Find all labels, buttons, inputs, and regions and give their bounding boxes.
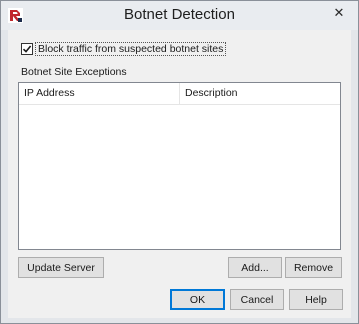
add-button[interactable]: Add... [228,257,282,278]
column-header-description[interactable]: Description [180,83,340,104]
update-server-button[interactable]: Update Server [18,257,104,278]
checkmark-icon [22,45,32,53]
ok-button[interactable]: OK [170,289,225,310]
block-traffic-option[interactable]: Block traffic from suspected botnet site… [21,42,227,56]
cancel-button[interactable]: Cancel [230,289,284,310]
remove-button[interactable]: Remove [285,257,342,278]
help-button[interactable]: Help [289,289,343,310]
column-header-ip-address[interactable]: IP Address [19,83,180,104]
botnet-detection-dialog: Botnet Detection ✕ Block traffic from su… [0,0,359,324]
close-button[interactable]: ✕ [326,3,352,23]
table-header: IP Address Description [19,83,340,105]
exceptions-section-label: Botnet Site Exceptions [21,66,127,78]
close-icon: ✕ [333,5,345,20]
dialog-content: Block traffic from suspected botnet site… [8,30,351,318]
block-traffic-label[interactable]: Block traffic from suspected botnet site… [35,42,227,56]
window-title: Botnet Detection [124,6,235,23]
block-traffic-checkbox[interactable] [21,43,33,55]
exceptions-table[interactable]: IP Address Description [18,82,341,250]
title-bar[interactable]: Botnet Detection ✕ [1,1,358,30]
